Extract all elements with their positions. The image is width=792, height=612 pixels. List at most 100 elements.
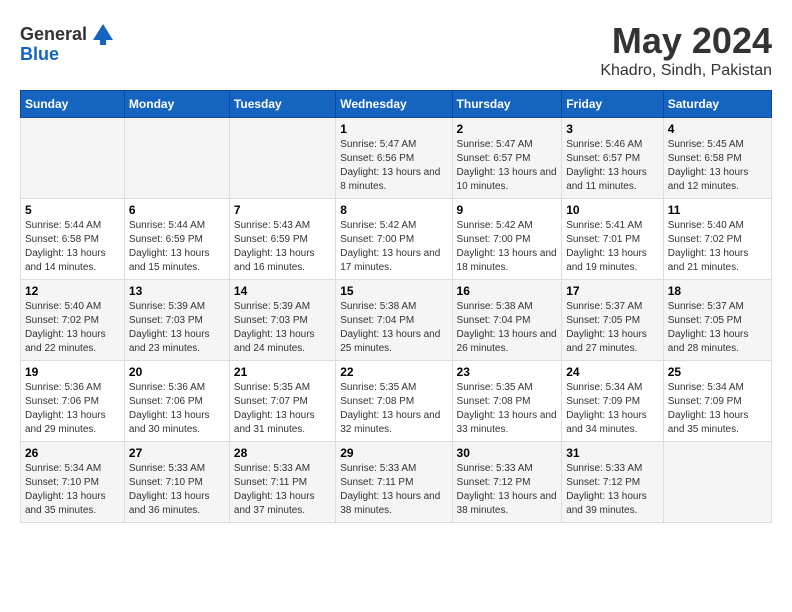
day-info: Sunrise: 5:35 AM Sunset: 7:08 PM Dayligh… <box>457 381 558 437</box>
logo-icon <box>89 20 117 48</box>
calendar-cell: 9Sunrise: 5:42 AM Sunset: 7:00 PM Daylig… <box>452 199 562 280</box>
day-number: 3 <box>566 122 659 136</box>
day-info: Sunrise: 5:33 AM Sunset: 7:12 PM Dayligh… <box>566 462 659 518</box>
day-number: 5 <box>25 203 120 217</box>
day-info: Sunrise: 5:44 AM Sunset: 6:59 PM Dayligh… <box>129 219 225 275</box>
calendar-cell: 28 Sunrise: 5:33 AM Sunset: 7:11 PM Dayli… <box>229 442 335 523</box>
calendar-cell <box>124 118 229 199</box>
day-info: Sunrise: 5:35 AM Sunset: 7:08 PM Dayligh… <box>340 381 447 437</box>
calendar-cell: 30Sunrise: 5:33 AM Sunset: 7:12 PM Dayli… <box>452 442 562 523</box>
day-number: 18 <box>668 284 767 298</box>
calendar-cell <box>663 442 771 523</box>
day-info: Sunrise: 5:38 AM Sunset: 7:04 PM Dayligh… <box>340 300 447 356</box>
calendar-cell: 6 Sunrise: 5:44 AM Sunset: 6:59 PM Daylig… <box>124 199 229 280</box>
day-info: Sunrise: 5:47 AM Sunset: 6:56 PM Dayligh… <box>340 138 447 194</box>
day-info: Sunrise: 5:37 AM Sunset: 7:05 PM Dayligh… <box>566 300 659 356</box>
day-number: 20 <box>129 365 225 379</box>
day-number: 6 <box>129 203 225 217</box>
calendar-cell: 23 Sunrise: 5:35 AM Sunset: 7:08 PM Dayli… <box>452 361 562 442</box>
calendar-cell: 2Sunrise: 5:47 AM Sunset: 6:57 PM Daylig… <box>452 118 562 199</box>
calendar-cell: 19 Sunrise: 5:36 AM Sunset: 7:06 PM Dayli… <box>21 361 125 442</box>
calendar-cell: 27Sunrise: 5:33 AM Sunset: 7:10 PM Dayli… <box>124 442 229 523</box>
day-number: 16 <box>457 284 558 298</box>
day-number: 12 <box>25 284 120 298</box>
calendar-cell: 26 Sunrise: 5:34 AM Sunset: 7:10 PM Dayli… <box>21 442 125 523</box>
day-info: Sunrise: 5:39 AM Sunset: 7:03 PM Dayligh… <box>234 300 331 356</box>
day-info: Sunrise: 5:45 AM Sunset: 6:58 PM Dayligh… <box>668 138 767 194</box>
calendar-cell: 17 Sunrise: 5:37 AM Sunset: 7:05 PM Dayli… <box>562 280 664 361</box>
day-number: 28 <box>234 446 331 460</box>
day-info: Sunrise: 5:35 AM Sunset: 7:07 PM Dayligh… <box>234 381 331 437</box>
calendar-cell: 12 Sunrise: 5:40 AM Sunset: 7:02 PM Dayli… <box>21 280 125 361</box>
day-info: Sunrise: 5:42 AM Sunset: 7:00 PM Dayligh… <box>340 219 447 275</box>
day-number: 22 <box>340 365 447 379</box>
day-number: 25 <box>668 365 767 379</box>
calendar-cell: 7Sunrise: 5:43 AM Sunset: 6:59 PM Daylig… <box>229 199 335 280</box>
day-number: 4 <box>668 122 767 136</box>
day-info: Sunrise: 5:33 AM Sunset: 7:12 PM Dayligh… <box>457 462 558 518</box>
week-row-5: 26 Sunrise: 5:34 AM Sunset: 7:10 PM Dayli… <box>21 442 772 523</box>
day-info: Sunrise: 5:47 AM Sunset: 6:57 PM Dayligh… <box>457 138 558 194</box>
calendar-table: SundayMondayTuesdayWednesdayThursdayFrid… <box>20 90 772 523</box>
main-title: May 2024 <box>600 20 772 62</box>
day-info: Sunrise: 5:39 AM Sunset: 7:03 PM Dayligh… <box>129 300 225 356</box>
day-info: Sunrise: 5:34 AM Sunset: 7:10 PM Dayligh… <box>25 462 120 518</box>
day-number: 23 <box>457 365 558 379</box>
day-number: 19 <box>25 365 120 379</box>
calendar-cell: 1 Sunrise: 5:47 AM Sunset: 6:56 PM Daylig… <box>336 118 452 199</box>
calendar-cell: 29 Sunrise: 5:33 AM Sunset: 7:11 PM Dayli… <box>336 442 452 523</box>
day-info: Sunrise: 5:46 AM Sunset: 6:57 PM Dayligh… <box>566 138 659 194</box>
calendar-cell: 8 Sunrise: 5:42 AM Sunset: 7:00 PM Daylig… <box>336 199 452 280</box>
day-info: Sunrise: 5:34 AM Sunset: 7:09 PM Dayligh… <box>668 381 767 437</box>
day-number: 11 <box>668 203 767 217</box>
day-header-tuesday: Tuesday <box>229 91 335 118</box>
day-number: 1 <box>340 122 447 136</box>
day-info: Sunrise: 5:37 AM Sunset: 7:05 PM Dayligh… <box>668 300 767 356</box>
calendar-cell: 11 Sunrise: 5:40 AM Sunset: 7:02 PM Dayli… <box>663 199 771 280</box>
day-number: 21 <box>234 365 331 379</box>
calendar-cell: 15Sunrise: 5:38 AM Sunset: 7:04 PM Dayli… <box>336 280 452 361</box>
day-header-monday: Monday <box>124 91 229 118</box>
day-number: 8 <box>340 203 447 217</box>
day-info: Sunrise: 5:38 AM Sunset: 7:04 PM Dayligh… <box>457 300 558 356</box>
calendar-cell: 24 Sunrise: 5:34 AM Sunset: 7:09 PM Dayli… <box>562 361 664 442</box>
day-header-saturday: Saturday <box>663 91 771 118</box>
calendar-cell: 14 Sunrise: 5:39 AM Sunset: 7:03 PM Dayli… <box>229 280 335 361</box>
logo-blue-text: Blue <box>20 44 59 65</box>
week-row-4: 19 Sunrise: 5:36 AM Sunset: 7:06 PM Dayli… <box>21 361 772 442</box>
day-number: 31 <box>566 446 659 460</box>
day-number: 26 <box>25 446 120 460</box>
day-header-wednesday: Wednesday <box>336 91 452 118</box>
day-info: Sunrise: 5:40 AM Sunset: 7:02 PM Dayligh… <box>25 300 120 356</box>
day-info: Sunrise: 5:36 AM Sunset: 7:06 PM Dayligh… <box>25 381 120 437</box>
day-number: 14 <box>234 284 331 298</box>
calendar-cell: 5Sunrise: 5:44 AM Sunset: 6:58 PM Daylig… <box>21 199 125 280</box>
calendar-cell <box>21 118 125 199</box>
day-number: 29 <box>340 446 447 460</box>
day-info: Sunrise: 5:33 AM Sunset: 7:11 PM Dayligh… <box>340 462 447 518</box>
calendar-cell: 18 Sunrise: 5:37 AM Sunset: 7:05 PM Dayli… <box>663 280 771 361</box>
week-row-3: 12 Sunrise: 5:40 AM Sunset: 7:02 PM Dayli… <box>21 280 772 361</box>
day-header-friday: Friday <box>562 91 664 118</box>
week-row-2: 5Sunrise: 5:44 AM Sunset: 6:58 PM Daylig… <box>21 199 772 280</box>
calendar-cell: 31 Sunrise: 5:33 AM Sunset: 7:12 PM Dayli… <box>562 442 664 523</box>
week-row-1: 1 Sunrise: 5:47 AM Sunset: 6:56 PM Daylig… <box>21 118 772 199</box>
calendar-cell: 3 Sunrise: 5:46 AM Sunset: 6:57 PM Daylig… <box>562 118 664 199</box>
day-info: Sunrise: 5:40 AM Sunset: 7:02 PM Dayligh… <box>668 219 767 275</box>
day-info: Sunrise: 5:43 AM Sunset: 6:59 PM Dayligh… <box>234 219 331 275</box>
day-number: 9 <box>457 203 558 217</box>
day-info: Sunrise: 5:34 AM Sunset: 7:09 PM Dayligh… <box>566 381 659 437</box>
calendar-cell: 20Sunrise: 5:36 AM Sunset: 7:06 PM Dayli… <box>124 361 229 442</box>
calendar-cell: 4 Sunrise: 5:45 AM Sunset: 6:58 PM Daylig… <box>663 118 771 199</box>
day-header-sunday: Sunday <box>21 91 125 118</box>
title-section: May 2024 Khadro, Sindh, Pakistan <box>600 20 772 80</box>
calendar-cell <box>229 118 335 199</box>
day-number: 24 <box>566 365 659 379</box>
page-header: General Blue May 2024 Khadro, Sindh, Pak… <box>20 20 772 80</box>
day-number: 27 <box>129 446 225 460</box>
day-info: Sunrise: 5:33 AM Sunset: 7:11 PM Dayligh… <box>234 462 331 518</box>
day-info: Sunrise: 5:41 AM Sunset: 7:01 PM Dayligh… <box>566 219 659 275</box>
calendar-cell: 22 Sunrise: 5:35 AM Sunset: 7:08 PM Dayli… <box>336 361 452 442</box>
day-number: 17 <box>566 284 659 298</box>
logo: General Blue <box>20 20 117 65</box>
